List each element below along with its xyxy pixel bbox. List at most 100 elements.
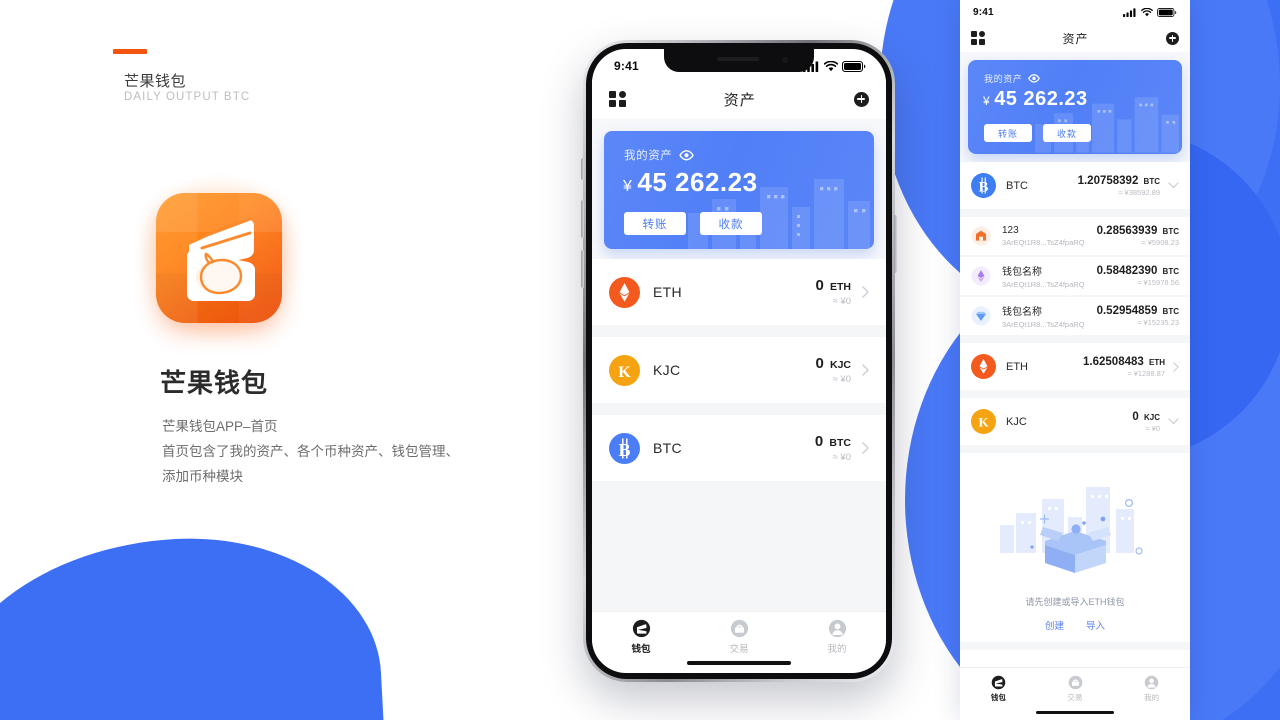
wifi-icon [1141, 7, 1153, 16]
chevron-down-icon[interactable] [1168, 418, 1179, 425]
sub-wallet-name: 123 [1002, 225, 1019, 236]
sub-wallet-info: 钱包名称 3ArEQt1R8...TsZ4fpaRQ [1002, 263, 1097, 289]
card-label-row: 我的资产 [984, 72, 1041, 85]
coin-list: B BTC 1.20758392 BTC ≈ ¥38592.89 123 3Ar… [960, 162, 1190, 667]
sub-wallet-balance: 0.58482390 BTC ≈ ¥15978.56 [1097, 265, 1179, 287]
sub-wallet-info: 钱包名称 3ArEQt1R8...TsZ4fpaRQ [1002, 303, 1097, 329]
app-navbar: 资产 [960, 24, 1190, 52]
sub-wallet-fiat: ≈ ¥15235.23 [1137, 318, 1179, 327]
table-row[interactable]: K KJC 0 KJC ≈ ¥0 [960, 398, 1190, 445]
coin-balance: 0 KJC ≈ ¥0 [1132, 411, 1160, 433]
coin-symbol: KJC [1006, 415, 1027, 428]
coin-symbol: KJC [653, 362, 681, 378]
coin-amount: 0 BTC [814, 433, 851, 450]
sub-wallet-info: 123 3ArEQt1R8...TsZ4fpaRQ [1002, 225, 1097, 247]
tab-exchange[interactable]: 交易 [1037, 668, 1114, 711]
status-bar: 9:41 [960, 0, 1190, 24]
chevron-right-icon [862, 364, 869, 376]
coin-balance: 0 KJC ≈ ¥0 [815, 355, 851, 385]
receive-button[interactable]: 收款 [700, 212, 762, 235]
sub-wallet-balance: 0.52954859 BTC ≈ ¥15235.23 [1097, 305, 1179, 327]
bottom-tab-bar: 钱包 交易 我的 [592, 611, 886, 661]
tab-wallet[interactable]: 钱包 [592, 612, 690, 661]
list-divider [960, 209, 1190, 217]
import-wallet-link[interactable]: 导入 [1086, 618, 1105, 632]
sub-wallet-balance: 0.28563939 BTC ≈ ¥5908.23 [1097, 225, 1179, 247]
eye-icon[interactable] [1028, 74, 1041, 83]
svg-text:K: K [618, 364, 631, 381]
receive-button[interactable]: 收款 [1043, 124, 1091, 142]
table-row[interactable]: B BTC 0 BTC ≈ ¥0 [592, 415, 886, 481]
transfer-button[interactable]: 转账 [624, 212, 686, 235]
table-row[interactable]: ETH 0 ETH ≈ ¥0 [592, 259, 886, 325]
sub-wallet-address: 3ArEQt1R8...TsZ4fpaRQ [1002, 320, 1085, 329]
coin-fiat-value: ≈ ¥0 [832, 374, 851, 385]
sub-wallet-name: 钱包名称 [1002, 267, 1042, 278]
exchange-icon [730, 619, 748, 637]
navbar-title: 资产 [1062, 31, 1089, 46]
list-divider [960, 445, 1190, 453]
my-asset-card[interactable]: 我的资产 ¥ 45 262.23 转账 收款 [604, 131, 874, 249]
asset-amount-value: 45 262.23 [637, 167, 758, 197]
tab-profile[interactable]: 我的 [1113, 668, 1190, 711]
accent-bar [113, 49, 147, 54]
currency-symbol: ¥ [983, 94, 991, 108]
tab-profile[interactable]: 我的 [788, 612, 886, 661]
bottom-tab-bar: 钱包 交易 我的 [960, 666, 1190, 711]
wallet-icon [632, 619, 650, 637]
empty-state-links: 创建 导入 [960, 618, 1190, 632]
home-indicator[interactable] [687, 661, 791, 665]
empty-state: 请先创建或导入ETH钱包 创建 导入 [960, 453, 1190, 642]
kjc-coin-icon: K [971, 409, 996, 434]
table-row[interactable]: K KJC 0 KJC ≈ ¥0 [592, 337, 886, 403]
transfer-button[interactable]: 转账 [984, 124, 1032, 142]
coin-list: ETH 0 ETH ≈ ¥0 K KJC 0 KJC ≈ ¥0 B BTC 0 … [592, 259, 886, 611]
coin-balance: 1.20758392 BTC ≈ ¥38592.89 [1078, 175, 1160, 197]
home-indicator[interactable] [1036, 710, 1114, 714]
phone-notch [664, 49, 814, 72]
wallet-purple-icon [971, 266, 991, 286]
chevron-down-icon[interactable] [1168, 182, 1179, 189]
eye-icon[interactable] [679, 149, 695, 161]
asset-card-area: 我的资产 ¥ 45 262.23 转账 收款 [960, 52, 1190, 162]
list-item[interactable]: 123 3ArEQt1R8...TsZ4fpaRQ 0.28563939 BTC… [960, 217, 1190, 255]
plus-circle-icon[interactable] [1165, 31, 1179, 45]
eth-coin-icon [609, 276, 640, 308]
description-line-2: 首页包含了我的资产、各个币种资产、钱包管理、添加币种模块 [162, 444, 459, 484]
front-camera [782, 56, 788, 63]
coin-fiat-value: ≈ ¥0 [832, 452, 851, 463]
coin-fiat-value: ≈ ¥0 [1145, 423, 1160, 433]
phone-volume-up-button [581, 200, 584, 238]
table-row[interactable]: ETH 1.62508483 ETH ≈ ¥1288.87 [960, 343, 1190, 390]
asset-amount-value: 45 262.23 [994, 88, 1088, 110]
chevron-right-icon [862, 286, 869, 298]
status-indicators [1123, 7, 1177, 17]
sub-wallet-address: 3ArEQt1R8...TsZ4fpaRQ [1002, 280, 1085, 289]
list-divider [592, 481, 886, 611]
exchange-icon [1068, 675, 1082, 690]
create-wallet-link[interactable]: 创建 [1045, 618, 1064, 632]
card-label-row: 我的资产 [624, 147, 695, 163]
empty-state-text: 请先创建或导入ETH钱包 [1025, 597, 1125, 607]
chevron-right-icon[interactable] [1173, 361, 1179, 372]
cellular-signal-icon [1123, 7, 1136, 17]
list-item[interactable]: 钱包名称 3ArEQt1R8...TsZ4fpaRQ 0.58482390 BT… [960, 257, 1190, 295]
coin-amount: 1.20758392 BTC [1077, 174, 1160, 187]
list-item[interactable]: 钱包名称 3ArEQt1R8...TsZ4fpaRQ 0.52954859 BT… [960, 297, 1190, 335]
plus-circle-icon[interactable] [853, 91, 869, 107]
right-app-screen: 9:41 资产 我的资产 ¥ 45 262.23 转账 收款 B BTC 1.2… [960, 0, 1190, 720]
tab-exchange[interactable]: 交易 [690, 612, 788, 661]
tab-label: 钱包 [631, 643, 651, 655]
currency-symbol: ¥ [623, 178, 633, 195]
my-asset-card[interactable]: 我的资产 ¥ 45 262.23 转账 收款 [968, 60, 1182, 154]
sub-wallet-amount: 0.52954859 BTC [1096, 305, 1179, 317]
tab-label: 我的 [827, 643, 847, 655]
battery-icon [842, 60, 866, 72]
grid-apps-icon[interactable] [609, 90, 626, 108]
wifi-icon [824, 60, 838, 71]
eth-coin-icon [971, 354, 996, 379]
table-row[interactable]: B BTC 1.20758392 BTC ≈ ¥38592.89 [960, 162, 1190, 209]
coin-symbol: ETH [653, 284, 682, 300]
grid-apps-icon[interactable] [971, 31, 985, 45]
tab-wallet[interactable]: 钱包 [960, 668, 1037, 711]
